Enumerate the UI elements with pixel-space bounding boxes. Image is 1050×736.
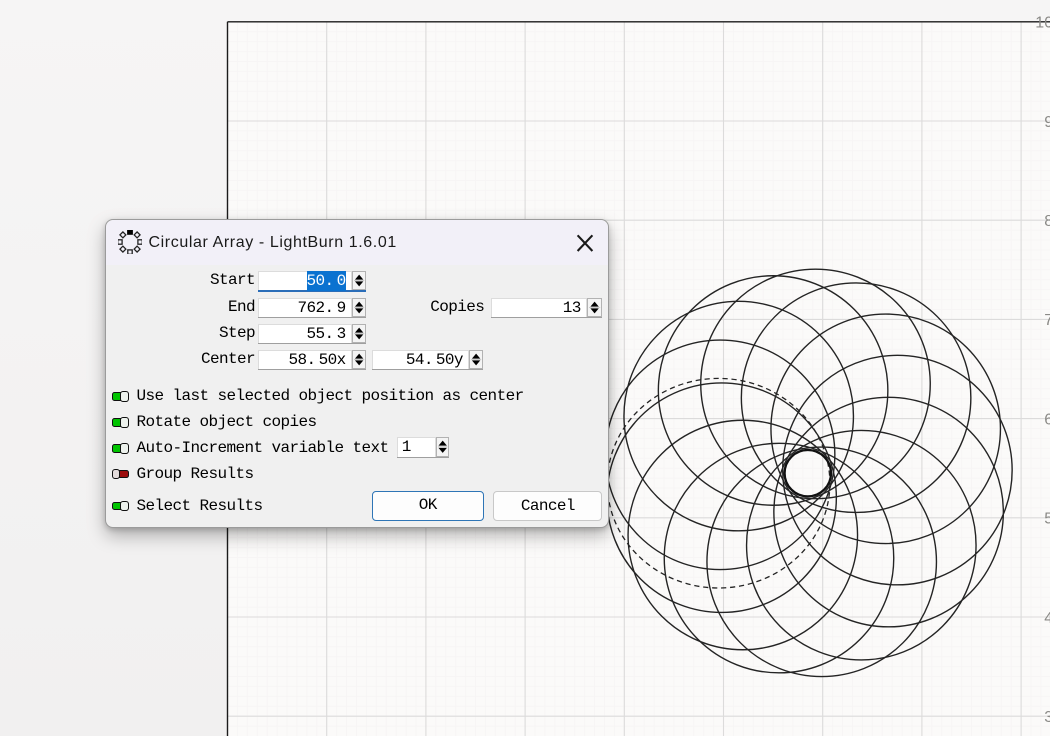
- svg-text:80: 80: [1044, 213, 1050, 230]
- svg-text:50: 50: [1044, 511, 1050, 528]
- svg-text:60: 60: [1044, 411, 1050, 428]
- svg-text:40: 40: [1044, 610, 1050, 627]
- svg-text:100: 100: [1035, 15, 1050, 32]
- svg-text:90: 90: [1044, 114, 1050, 131]
- svg-text:70: 70: [1044, 312, 1050, 329]
- svg-text:30: 30: [1044, 709, 1050, 726]
